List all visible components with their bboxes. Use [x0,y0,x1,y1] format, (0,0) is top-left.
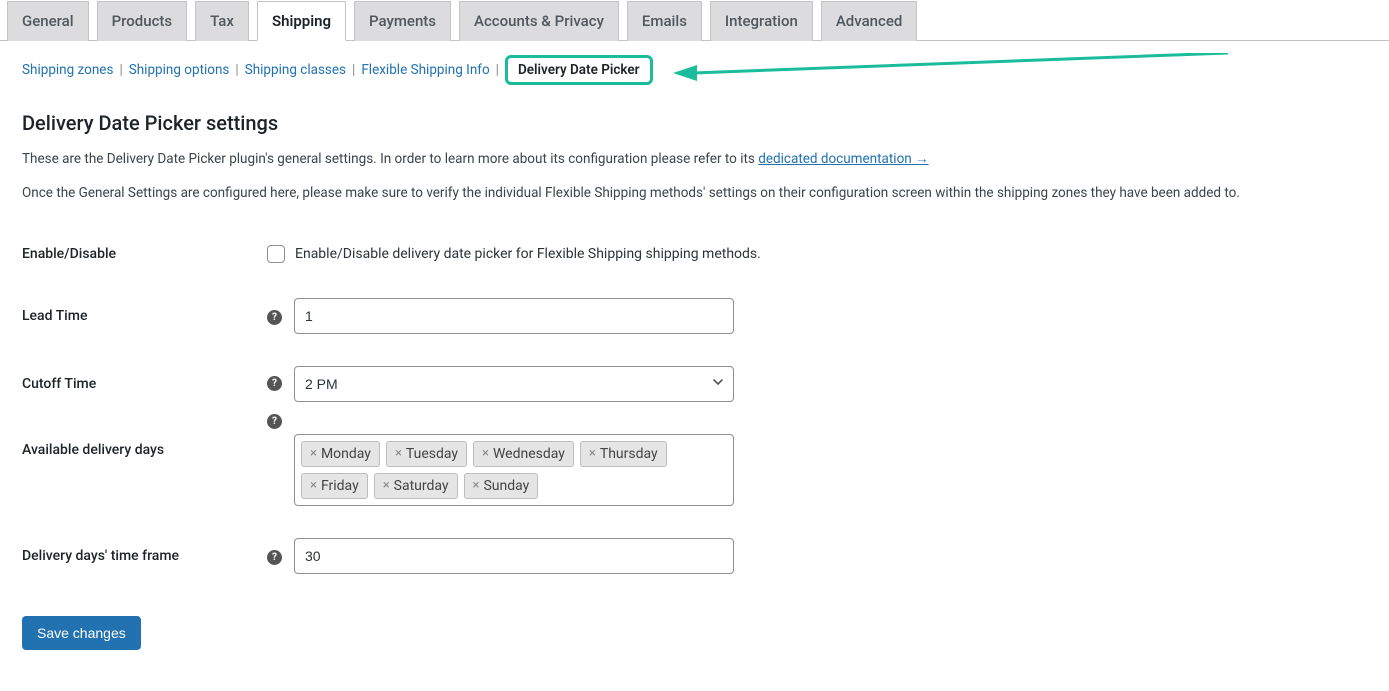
tag-remove-icon[interactable]: × [482,446,489,461]
tag-friday: × Friday [301,473,368,499]
tab-emails[interactable]: Emails [627,1,702,41]
tag-label: Friday [321,478,359,494]
tag-wednesday: × Wednesday [473,441,574,467]
tag-thursday: × Thursday [580,441,667,467]
tab-accounts[interactable]: Accounts & Privacy [459,1,619,41]
page-title: Delivery Date Picker settings [22,111,1367,135]
tag-remove-icon[interactable]: × [383,478,390,493]
tab-tax[interactable]: Tax [195,1,249,41]
tab-general[interactable]: General [7,1,89,41]
label-enable: Enable/Disable [22,226,257,282]
documentation-link[interactable]: dedicated documentation → [758,151,928,167]
divider: | [235,62,238,78]
tag-label: Wednesday [493,446,565,462]
tag-remove-icon[interactable]: × [310,446,317,461]
tab-payments[interactable]: Payments [354,1,451,41]
tag-remove-icon[interactable]: × [473,478,480,493]
label-lead-time: Lead Time [22,282,257,350]
tag-sunday: ×Sunday [464,473,539,499]
tag-remove-icon[interactable]: × [310,478,317,493]
help-icon[interactable]: ? [267,414,282,429]
shipping-subtabs: Shipping zones | Shipping options | Ship… [22,53,1367,87]
subtab-shipping-options[interactable]: Shipping options [129,62,230,78]
divider: | [119,62,122,78]
divider: | [496,62,499,78]
divider: | [352,62,355,78]
description-1-text: These are the Delivery Date Picker plugi… [22,151,758,167]
label-available-days: Available delivery days [22,418,257,522]
help-icon[interactable]: ? [267,310,282,325]
tab-shipping[interactable]: Shipping [257,1,346,41]
cutoff-time-select[interactable]: 2 PM [294,366,734,402]
tag-label: Sunday [483,478,529,494]
subtab-shipping-zones[interactable]: Shipping zones [22,62,113,78]
enable-checkbox-label: Enable/Disable delivery date picker for … [295,246,761,262]
tag-label: Saturday [394,478,449,494]
description-1: These are the Delivery Date Picker plugi… [22,149,1367,169]
tab-advanced[interactable]: Advanced [821,1,917,41]
label-cutoff-time: Cutoff Time [22,350,257,418]
tab-integration[interactable]: Integration [710,1,813,41]
tag-tuesday: × Tuesday [386,441,467,467]
lead-time-input[interactable] [294,298,734,334]
subtab-flexible-shipping-info[interactable]: Flexible Shipping Info [361,62,489,78]
tab-products[interactable]: Products [97,1,188,41]
available-days-tagbox[interactable]: × Monday × Tuesday × Wednesday × Thursday × F… [294,434,734,506]
tag-label: Tuesday [406,446,458,462]
label-time-frame: Delivery days' time frame [22,522,257,590]
tag-label: Monday [321,446,371,462]
tag-remove-icon[interactable]: × [395,446,402,461]
help-icon[interactable]: ? [267,550,282,565]
subtab-shipping-classes[interactable]: Shipping classes [245,62,346,78]
settings-form: Enable/Disable Enable/Disable delivery d… [22,226,1367,590]
enable-checkbox[interactable] [267,245,285,263]
settings-tabs: General Products Tax Shipping Payments A… [0,0,1389,41]
tag-remove-icon[interactable]: × [589,446,596,461]
subtab-delivery-date-picker[interactable]: Delivery Date Picker [505,55,653,85]
annotation-arrow-icon [673,53,1233,87]
tag-monday: × Monday [301,441,380,467]
save-changes-button[interactable]: Save changes [22,616,141,650]
help-icon[interactable]: ? [267,376,282,391]
tag-saturday: × Saturday [374,473,458,499]
description-2: Once the General Settings are configured… [22,183,1367,203]
tag-label: Thursday [600,446,658,462]
time-frame-input[interactable] [294,538,734,574]
